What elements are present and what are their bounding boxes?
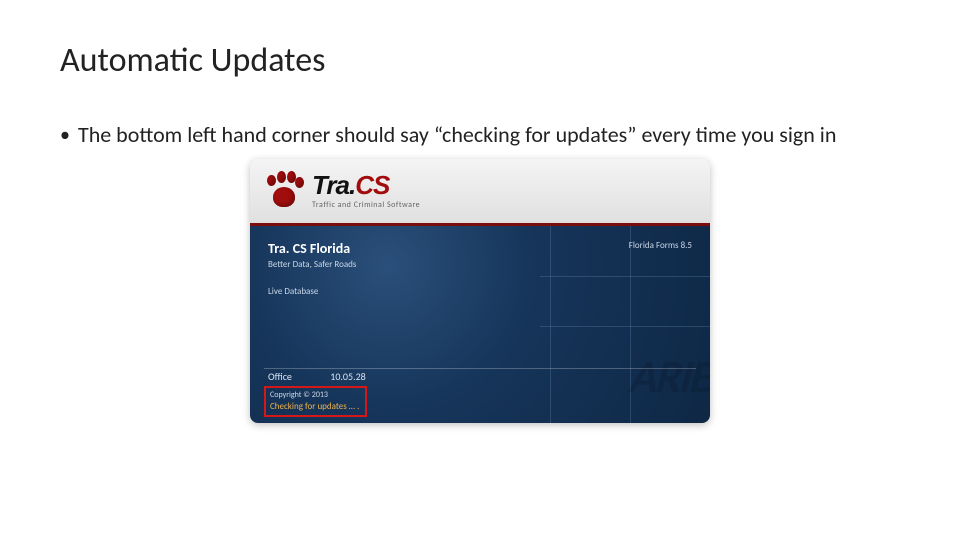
bullet-text: The bottom left hand corner should say “… (78, 121, 836, 149)
office-version-row: Office 10.05.28 (268, 370, 366, 383)
splash-screenshot: Tra.CS Traffic and Criminal Software ARI… (250, 159, 710, 423)
splash-body: ARIES Tra. CS Florida Better Data, Safer… (250, 223, 710, 423)
forms-version: Florida Forms 8.5 (629, 240, 692, 251)
copyright-text: Copyright © 2013 (270, 390, 359, 400)
divider (264, 368, 696, 369)
splash-header: Tra.CS Traffic and Criminal Software (250, 159, 710, 223)
bullet-item: • The bottom left hand corner should say… (60, 121, 900, 149)
brand-name: Tra.CS (312, 172, 420, 198)
slide-title: Automatic Updates (60, 40, 900, 81)
paw-logo-icon (264, 171, 304, 211)
brand-subtitle: Traffic and Criminal Software (312, 200, 420, 210)
product-tagline: Better Data, Safer Roads (268, 259, 692, 270)
update-status-highlight: Copyright © 2013 Checking for updates … … (264, 386, 367, 417)
bullet-dot-icon: • (60, 121, 70, 149)
checking-updates-text: Checking for updates … . (270, 401, 359, 412)
office-label: Office (268, 370, 328, 383)
database-mode: Live Database (268, 286, 692, 297)
office-version: 10.05.28 (330, 370, 365, 383)
